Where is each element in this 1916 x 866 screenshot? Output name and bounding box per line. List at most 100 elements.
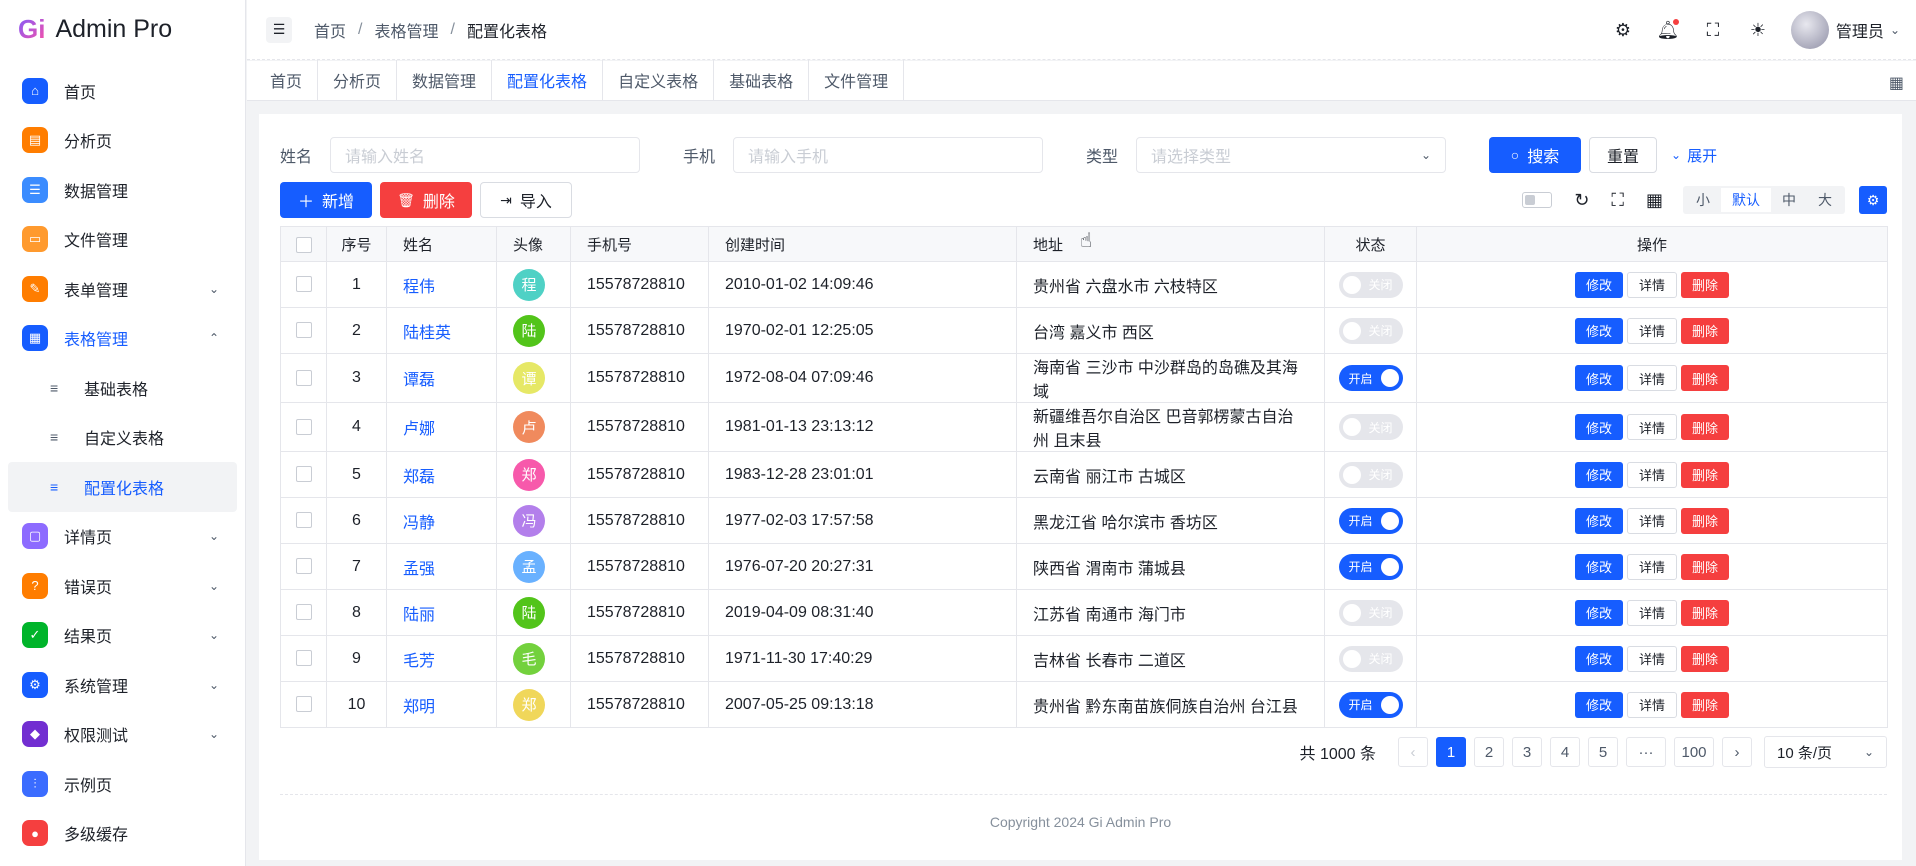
add-button[interactable]: ＋ 新增: [280, 182, 372, 218]
detail-button[interactable]: 详情: [1626, 271, 1677, 298]
status-switch[interactable]: 开启: [1338, 507, 1403, 534]
sidebar-item-result[interactable]: ✓ 结果页 ⌄: [8, 611, 237, 661]
detail-button[interactable]: 详情: [1626, 414, 1677, 440]
row-delete-button[interactable]: 删除: [1681, 599, 1730, 626]
import-button[interactable]: ⇥ 导入: [480, 182, 572, 218]
detail-button[interactable]: 详情: [1626, 645, 1677, 672]
detail-button[interactable]: 详情: [1626, 365, 1677, 391]
chevron-down-icon[interactable]: ⌄: [1890, 23, 1900, 37]
select-all-checkbox[interactable]: [295, 236, 312, 253]
grid-menu-icon[interactable]: ▦: [1889, 73, 1904, 93]
page-button[interactable]: 4: [1550, 737, 1580, 767]
edit-button[interactable]: 修改: [1574, 317, 1623, 344]
tab-home[interactable]: 首页: [255, 60, 319, 100]
column-settings-icon[interactable]: ⚙: [1859, 186, 1887, 214]
tab-config-table[interactable]: 配置化表格: [492, 60, 604, 100]
page-button[interactable]: 5: [1588, 737, 1618, 767]
sidebar-item-form[interactable]: ✎ 表单管理 ⌄: [8, 264, 237, 314]
row-delete-button[interactable]: 删除: [1681, 414, 1730, 440]
name-link[interactable]: 程伟: [403, 279, 435, 296]
reset-button[interactable]: 重置: [1589, 137, 1657, 173]
collapse-menu-icon[interactable]: ☰: [266, 16, 292, 43]
next-page-icon[interactable]: ›: [1722, 737, 1752, 767]
status-switch[interactable]: 开启: [1338, 365, 1403, 391]
search-button[interactable]: ○ 搜索: [1489, 137, 1581, 173]
row-delete-button[interactable]: 删除: [1681, 553, 1730, 580]
size-medium[interactable]: 中: [1771, 188, 1807, 212]
sidebar-item-cache[interactable]: ● 多级缓存: [8, 809, 237, 859]
sidebar-subitem[interactable]: ≡ 配置化表格: [8, 462, 237, 512]
name-link[interactable]: 陆丽: [403, 607, 435, 624]
status-switch[interactable]: 开启: [1338, 553, 1403, 580]
row-checkbox[interactable]: [295, 276, 312, 293]
row-delete-button[interactable]: 删除: [1681, 691, 1730, 718]
sidebar-item-data[interactable]: ☰ 数据管理: [8, 165, 237, 215]
tab-custom-table[interactable]: 自定义表格: [603, 60, 715, 100]
page-button[interactable]: 3: [1512, 737, 1542, 767]
status-switch[interactable]: 关闭: [1338, 414, 1403, 440]
name-link[interactable]: 孟强: [403, 561, 435, 578]
status-switch[interactable]: 关闭: [1338, 317, 1403, 344]
name-input[interactable]: 请输入姓名: [330, 137, 640, 173]
row-delete-button[interactable]: 删除: [1681, 507, 1730, 534]
name-link[interactable]: 谭磊: [403, 372, 435, 389]
refresh-icon[interactable]: ↻: [1574, 190, 1589, 211]
edit-button[interactable]: 修改: [1574, 691, 1623, 718]
user-avatar[interactable]: [1790, 11, 1829, 49]
row-delete-button[interactable]: 删除: [1681, 271, 1730, 298]
row-checkbox[interactable]: [295, 696, 312, 713]
edit-button[interactable]: 修改: [1574, 271, 1623, 298]
page-button[interactable]: ···: [1626, 737, 1666, 767]
sidebar-item-error[interactable]: ? 错误页 ⌄: [8, 561, 237, 611]
row-checkbox[interactable]: [295, 466, 312, 483]
tab-file[interactable]: 文件管理: [809, 60, 905, 100]
name-link[interactable]: 郑明: [403, 699, 435, 716]
sidebar-item-system[interactable]: ⚙ 系统管理 ⌄: [8, 660, 237, 710]
row-checkbox[interactable]: [295, 558, 312, 575]
sidebar-subitem[interactable]: ≡ 基础表格: [8, 363, 237, 413]
tab-analysis[interactable]: 分析页: [318, 60, 398, 100]
sidebar-item-detail[interactable]: ▢ 详情页 ⌄: [8, 512, 237, 562]
name-link[interactable]: 冯静: [403, 515, 435, 532]
sidebar-item-table[interactable]: ▦ 表格管理 ⌃: [8, 314, 237, 364]
sidebar-item-shield[interactable]: ◆ 权限测试 ⌄: [8, 710, 237, 760]
detail-button[interactable]: 详情: [1626, 691, 1677, 718]
sidebar-item-folder[interactable]: ▭ 文件管理: [8, 215, 237, 265]
name-link[interactable]: 郑磊: [403, 469, 435, 486]
breadcrumb-item-table[interactable]: 表格管理: [374, 18, 438, 42]
sidebar-item-example[interactable]: ⫶ 示例页: [8, 759, 237, 809]
name-link[interactable]: 卢娜: [403, 421, 435, 438]
delete-button[interactable]: 🗑︎ 删除: [380, 182, 472, 218]
page-button[interactable]: 1: [1436, 737, 1466, 767]
detail-button[interactable]: 详情: [1626, 461, 1677, 488]
logo[interactable]: Gi Admin Pro: [0, 0, 245, 58]
edit-button[interactable]: 修改: [1574, 461, 1623, 488]
detail-button[interactable]: 详情: [1626, 599, 1677, 626]
tab-data[interactable]: 数据管理: [397, 60, 493, 100]
status-switch[interactable]: 关闭: [1338, 461, 1403, 488]
row-delete-button[interactable]: 删除: [1681, 461, 1730, 488]
row-checkbox[interactable]: [295, 418, 312, 435]
bell-icon[interactable]: 🔔︎: [1657, 19, 1679, 41]
edit-button[interactable]: 修改: [1574, 365, 1623, 391]
stripe-toggle[interactable]: [1522, 192, 1553, 208]
prev-page-icon[interactable]: ‹: [1398, 737, 1428, 767]
breadcrumb-item-home[interactable]: 首页: [314, 18, 346, 42]
edit-button[interactable]: 修改: [1574, 507, 1623, 534]
columns-icon[interactable]: ▦: [1646, 190, 1663, 211]
row-checkbox[interactable]: [295, 322, 312, 339]
detail-button[interactable]: 详情: [1626, 507, 1677, 534]
status-switch[interactable]: 关闭: [1338, 271, 1403, 298]
tab-basic-table[interactable]: 基础表格: [714, 60, 810, 100]
row-delete-button[interactable]: 删除: [1681, 317, 1730, 344]
theme-sun-icon[interactable]: ☀: [1747, 19, 1769, 41]
status-switch[interactable]: 开启: [1338, 691, 1403, 718]
type-select[interactable]: 请选择类型 ⌄: [1136, 137, 1446, 173]
user-name[interactable]: 管理员: [1836, 18, 1884, 42]
row-checkbox[interactable]: [295, 604, 312, 621]
name-link[interactable]: 毛芳: [403, 653, 435, 670]
fullscreen-icon[interactable]: ⛶: [1702, 19, 1724, 41]
edit-button[interactable]: 修改: [1574, 645, 1623, 672]
row-checkbox[interactable]: [295, 512, 312, 529]
size-small[interactable]: 小: [1685, 188, 1721, 212]
